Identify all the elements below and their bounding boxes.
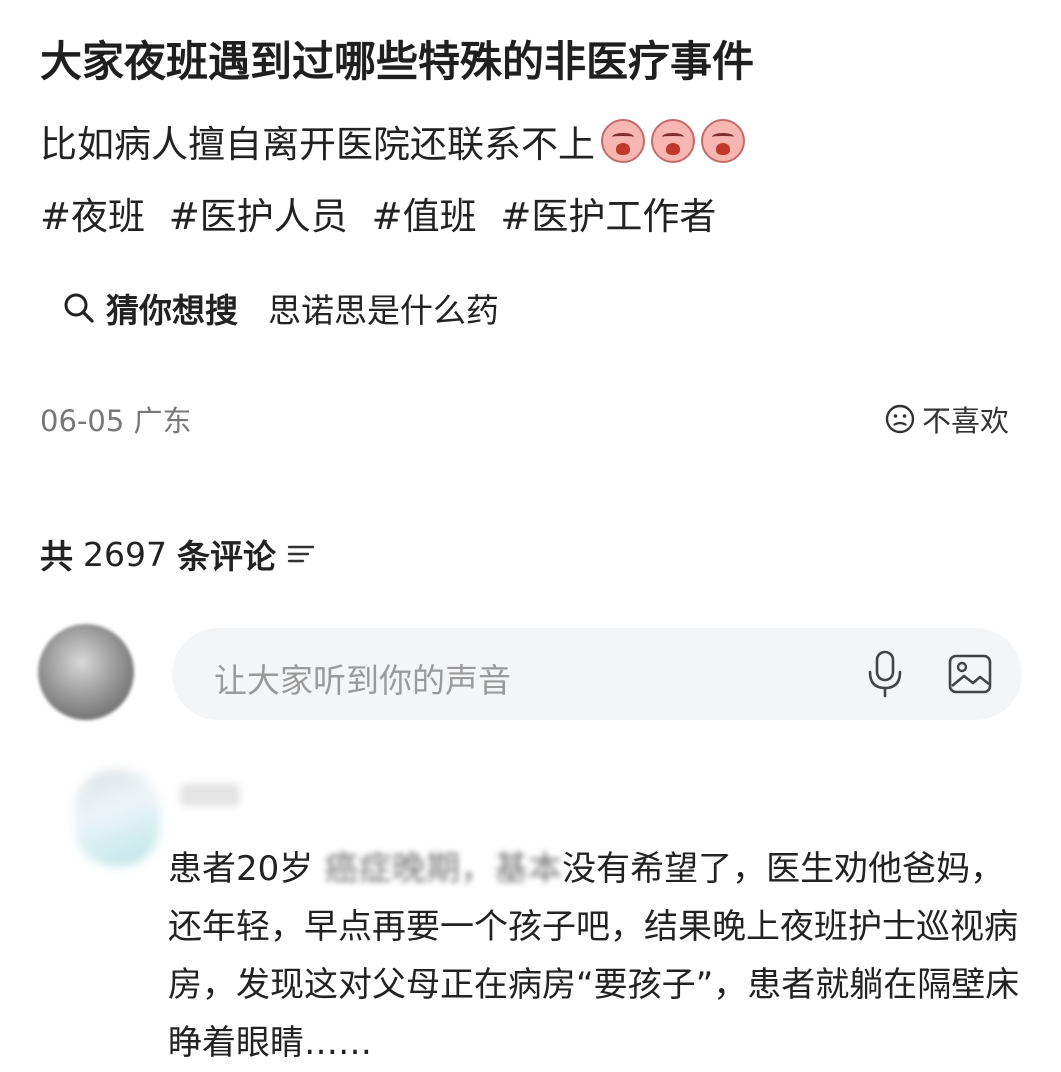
comment-input[interactable]: 让大家听到你的声音 xyxy=(172,628,1022,720)
commenter-name xyxy=(180,784,240,806)
crying-face-icon xyxy=(651,119,695,163)
post-tags: #夜班 #医护人员 #值班 #医护工作者 xyxy=(40,186,728,240)
comment-count-number: 2697 xyxy=(83,534,167,574)
post-title: 大家夜班遇到过哪些特殊的非医疗事件 xyxy=(40,37,755,86)
comment-input-placeholder: 让大家听到你的声音 xyxy=(214,661,511,700)
post-body: 比如病人擅自离开医院还联系不上 xyxy=(40,114,745,168)
tag-link[interactable]: #医护人员 xyxy=(169,195,348,238)
crying-face-icon xyxy=(701,119,745,163)
image-icon[interactable] xyxy=(946,650,994,698)
comment-text-start: 患者20岁 xyxy=(168,849,325,889)
comment-text-blurred: 癌症晚期，基本 xyxy=(324,849,563,889)
sort-icon[interactable] xyxy=(286,541,316,567)
comment-count-prefix: 共 xyxy=(40,537,73,576)
crying-face-icon xyxy=(601,119,645,163)
tag-link[interactable]: #夜班 xyxy=(40,195,145,238)
post-date-location: 06-05 广东 xyxy=(40,404,192,438)
dislike-button[interactable]: 不喜欢 xyxy=(884,398,1009,440)
guess-search-query[interactable]: 思诺思是什么药 xyxy=(268,284,499,332)
search-icon xyxy=(64,293,94,323)
guess-search-row[interactable]: 猜你想搜 思诺思是什么药 xyxy=(62,284,499,332)
tag-link[interactable]: #值班 xyxy=(372,195,477,238)
comment-text: 患者20岁 癌症晚期，基本没有希望了，医生劝他爸妈，还年轻，早点再要一个孩子吧，… xyxy=(168,840,1028,1072)
dislike-label: 不喜欢 xyxy=(921,404,1009,438)
comment-count-header: 共 2697 条评论 xyxy=(40,530,316,578)
microphone-icon[interactable] xyxy=(862,648,908,700)
tag-link[interactable]: #医护工作者 xyxy=(500,195,716,238)
post-body-text: 比如病人擅自离开医院还联系不上 xyxy=(40,123,595,166)
neutral-face-icon xyxy=(885,404,915,434)
commenter-avatar xyxy=(74,770,160,866)
user-avatar xyxy=(38,624,134,720)
comment-count-suffix: 条评论 xyxy=(176,537,276,576)
guess-search-label: 猜你想搜 xyxy=(106,291,238,330)
